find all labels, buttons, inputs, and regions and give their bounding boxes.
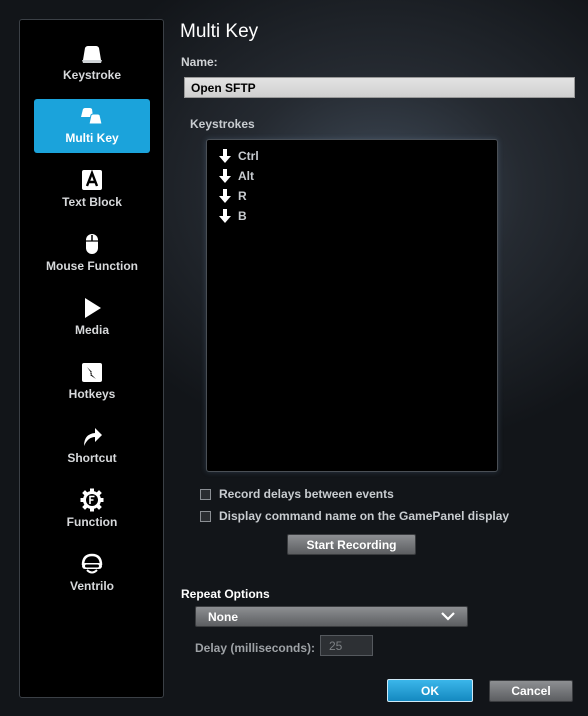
list-item[interactable]: Alt	[219, 167, 254, 185]
keystroke-key: R	[238, 189, 247, 203]
sidebar-item-mouse-function[interactable]: Mouse Function	[34, 227, 150, 281]
delay-label: Delay (milliseconds):	[195, 641, 316, 655]
cancel-button[interactable]: Cancel	[489, 680, 573, 702]
sidebar-item-media[interactable]: Media	[34, 291, 150, 345]
multi-key-icon	[81, 108, 103, 125]
display-name-option[interactable]: Display command name on the GamePanel di…	[200, 509, 509, 523]
sidebar-item-hotkeys[interactable]: Hotkeys	[34, 355, 150, 409]
display-name-checkbox[interactable]	[200, 510, 211, 522]
arrow-down-icon	[219, 149, 231, 163]
keystrokes-list[interactable]: Ctrl Alt R B	[206, 139, 498, 472]
mouse-icon	[86, 234, 98, 254]
sidebar-item-label: Hotkeys	[68, 387, 116, 401]
keystrokes-label: Keystrokes	[190, 117, 255, 131]
sidebar-item-multi-key[interactable]: Multi Key	[34, 99, 150, 153]
list-item[interactable]: B	[219, 207, 247, 225]
keyboard-key-icon	[82, 46, 102, 63]
sidebar-item-label: Function	[66, 515, 118, 529]
name-field[interactable]	[184, 77, 575, 98]
sidebar-item-label: Shortcut	[67, 451, 117, 465]
shortcut-arrow-icon	[84, 428, 102, 446]
record-delays-label: Record delays between events	[219, 487, 394, 501]
sidebar-item-label: Keystroke	[62, 68, 122, 82]
ok-button[interactable]: OK	[387, 679, 473, 702]
sidebar-item-ventrilo[interactable]: Ventrilo	[34, 547, 150, 601]
repeat-selected-value: None	[208, 609, 238, 624]
display-name-label: Display command name on the GamePanel di…	[219, 509, 510, 523]
sidebar-item-keystroke[interactable]: Keystroke	[34, 36, 150, 90]
arrow-down-icon	[219, 209, 231, 223]
keystroke-key: B	[238, 209, 247, 223]
arrow-down-icon	[219, 169, 231, 183]
list-item[interactable]: Ctrl	[219, 147, 259, 165]
record-delays-option[interactable]: Record delays between events	[200, 487, 394, 501]
list-item[interactable]: R	[219, 187, 247, 205]
start-recording-button[interactable]: Start Recording	[287, 534, 416, 555]
sidebar-item-shortcut[interactable]: Shortcut	[34, 419, 150, 473]
sidebar-item-label: Media	[74, 323, 109, 337]
repeat-options-select[interactable]: None	[195, 606, 468, 627]
action-type-sidebar: Keystroke Multi Key Text Block Mouse Fun…	[19, 19, 164, 698]
sidebar-item-label: Multi Key	[65, 131, 119, 145]
function-gear-icon	[80, 488, 104, 512]
name-label: Name:	[181, 55, 218, 69]
chevron-down-icon	[441, 612, 455, 621]
play-icon	[85, 298, 101, 318]
sidebar-item-function[interactable]: Function	[34, 483, 150, 537]
sidebar-item-label: Ventrilo	[69, 579, 114, 593]
arrow-down-icon	[219, 189, 231, 203]
page-title: Multi Key	[180, 21, 259, 42]
sidebar-item-label: Text Block	[62, 195, 122, 209]
hotkey-icon	[82, 363, 102, 382]
keystroke-key: Alt	[238, 169, 254, 183]
repeat-options-label: Repeat Options	[181, 587, 270, 601]
headset-icon	[81, 553, 103, 574]
sidebar-item-text-block[interactable]: Text Block	[34, 163, 150, 217]
sidebar-item-label: Mouse Function	[46, 259, 138, 273]
delay-field[interactable]	[320, 635, 373, 656]
keystroke-key: Ctrl	[238, 149, 259, 163]
text-block-icon	[82, 169, 102, 190]
record-delays-checkbox[interactable]	[200, 488, 211, 500]
